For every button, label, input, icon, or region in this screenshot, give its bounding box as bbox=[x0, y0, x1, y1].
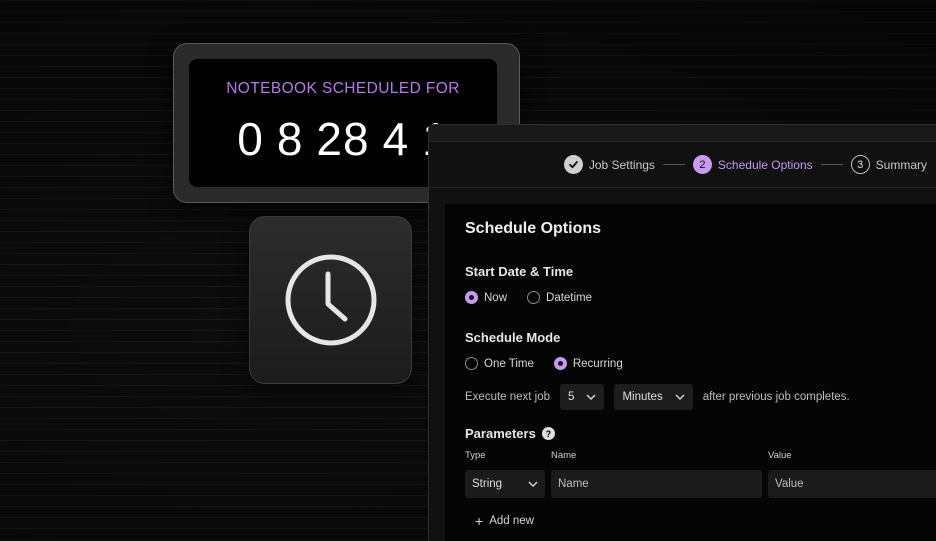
add-new-label: Add new bbox=[489, 515, 534, 527]
type-select[interactable]: String bbox=[465, 470, 545, 498]
radio-selected-icon bbox=[553, 357, 567, 370]
column-name: Name bbox=[551, 450, 577, 461]
execute-prefix: Execute next job bbox=[465, 391, 551, 403]
radio-datetime[interactable]: Datetime bbox=[527, 291, 592, 304]
add-new-button[interactable]: + Add new bbox=[475, 513, 927, 529]
countdown-label: NOTEBOOK SCHEDULED FOR bbox=[226, 80, 460, 97]
form-title: Schedule Options bbox=[465, 220, 602, 237]
step-divider bbox=[820, 164, 843, 165]
interval-unit-select[interactable]: Minutes bbox=[614, 384, 693, 410]
select-value: Minutes bbox=[622, 391, 663, 403]
radio-label: One Time bbox=[484, 357, 534, 370]
select-value: 5 bbox=[568, 391, 575, 403]
select-value: String bbox=[472, 478, 503, 490]
radio-label: Datetime bbox=[546, 291, 593, 304]
clock-tile bbox=[249, 216, 412, 384]
step-job-settings[interactable]: Job Settings bbox=[563, 155, 655, 174]
input-placeholder: Value bbox=[775, 478, 804, 490]
dialog-topbar bbox=[429, 125, 936, 142]
step-number: 2 bbox=[692, 155, 712, 174]
radio-unselected-icon bbox=[465, 357, 478, 370]
input-placeholder: Name bbox=[558, 478, 589, 490]
stepper: Job Settings 2 Schedule Options 3 Summar… bbox=[429, 142, 936, 188]
chevron-down-icon bbox=[528, 479, 538, 490]
countdown-digit: 28 bbox=[316, 113, 370, 165]
schedule-form: Schedule Options Start Date & Time Now D… bbox=[445, 204, 936, 541]
start-heading: Start Date & Time bbox=[465, 264, 574, 279]
step-label: Schedule Options bbox=[717, 157, 813, 172]
parameter-row: String Name Value bbox=[465, 470, 936, 498]
chevron-down-icon bbox=[675, 392, 685, 403]
schedule-dialog: Job Settings 2 Schedule Options 3 Summar… bbox=[428, 124, 936, 541]
execute-row: Execute next job 5 Minutes after previou… bbox=[465, 384, 927, 410]
step-schedule-options[interactable]: 2 Schedule Options bbox=[692, 155, 813, 174]
value-input[interactable]: Value bbox=[768, 470, 936, 498]
step-summary[interactable]: 3 Summary bbox=[850, 155, 927, 174]
radio-label: Recurring bbox=[572, 357, 623, 370]
chevron-down-icon bbox=[586, 392, 596, 403]
radio-recurring[interactable]: Recurring bbox=[553, 357, 623, 370]
radio-unselected-icon bbox=[527, 291, 541, 304]
radio-now[interactable]: Now bbox=[465, 291, 507, 304]
countdown-digits: 0 8 28 4 1 bbox=[237, 112, 449, 166]
step-divider bbox=[662, 164, 685, 165]
parameters-column-headers: Type Name Value bbox=[465, 450, 927, 466]
radio-one-time[interactable]: One Time bbox=[465, 357, 534, 370]
countdown-digit: 8 bbox=[276, 113, 304, 165]
mode-radio-group: One Time Recurring bbox=[465, 357, 927, 370]
column-value: Value bbox=[768, 450, 792, 461]
parameters-heading: Parameters ? bbox=[465, 426, 927, 441]
start-radio-group: Now Datetime bbox=[465, 291, 927, 304]
mode-heading: Schedule Mode bbox=[465, 330, 561, 345]
step-label: Summary bbox=[875, 157, 927, 172]
parameters-title: Parameters bbox=[465, 426, 536, 441]
name-input[interactable]: Name bbox=[551, 470, 762, 498]
countdown-digit: 0 bbox=[237, 113, 264, 165]
radio-selected-icon bbox=[465, 291, 478, 304]
clock-icon bbox=[285, 254, 376, 346]
column-type: Type bbox=[465, 450, 486, 461]
check-icon bbox=[563, 155, 583, 174]
radio-label: Now bbox=[484, 291, 508, 304]
step-number: 3 bbox=[850, 155, 870, 174]
interval-value-select[interactable]: 5 bbox=[560, 384, 605, 410]
step-label: Job Settings bbox=[588, 157, 655, 172]
countdown-digit: 4 bbox=[382, 113, 410, 165]
plus-icon: + bbox=[475, 513, 484, 529]
execute-suffix: after previous job completes. bbox=[702, 391, 850, 403]
question-icon[interactable]: ? bbox=[541, 427, 555, 440]
